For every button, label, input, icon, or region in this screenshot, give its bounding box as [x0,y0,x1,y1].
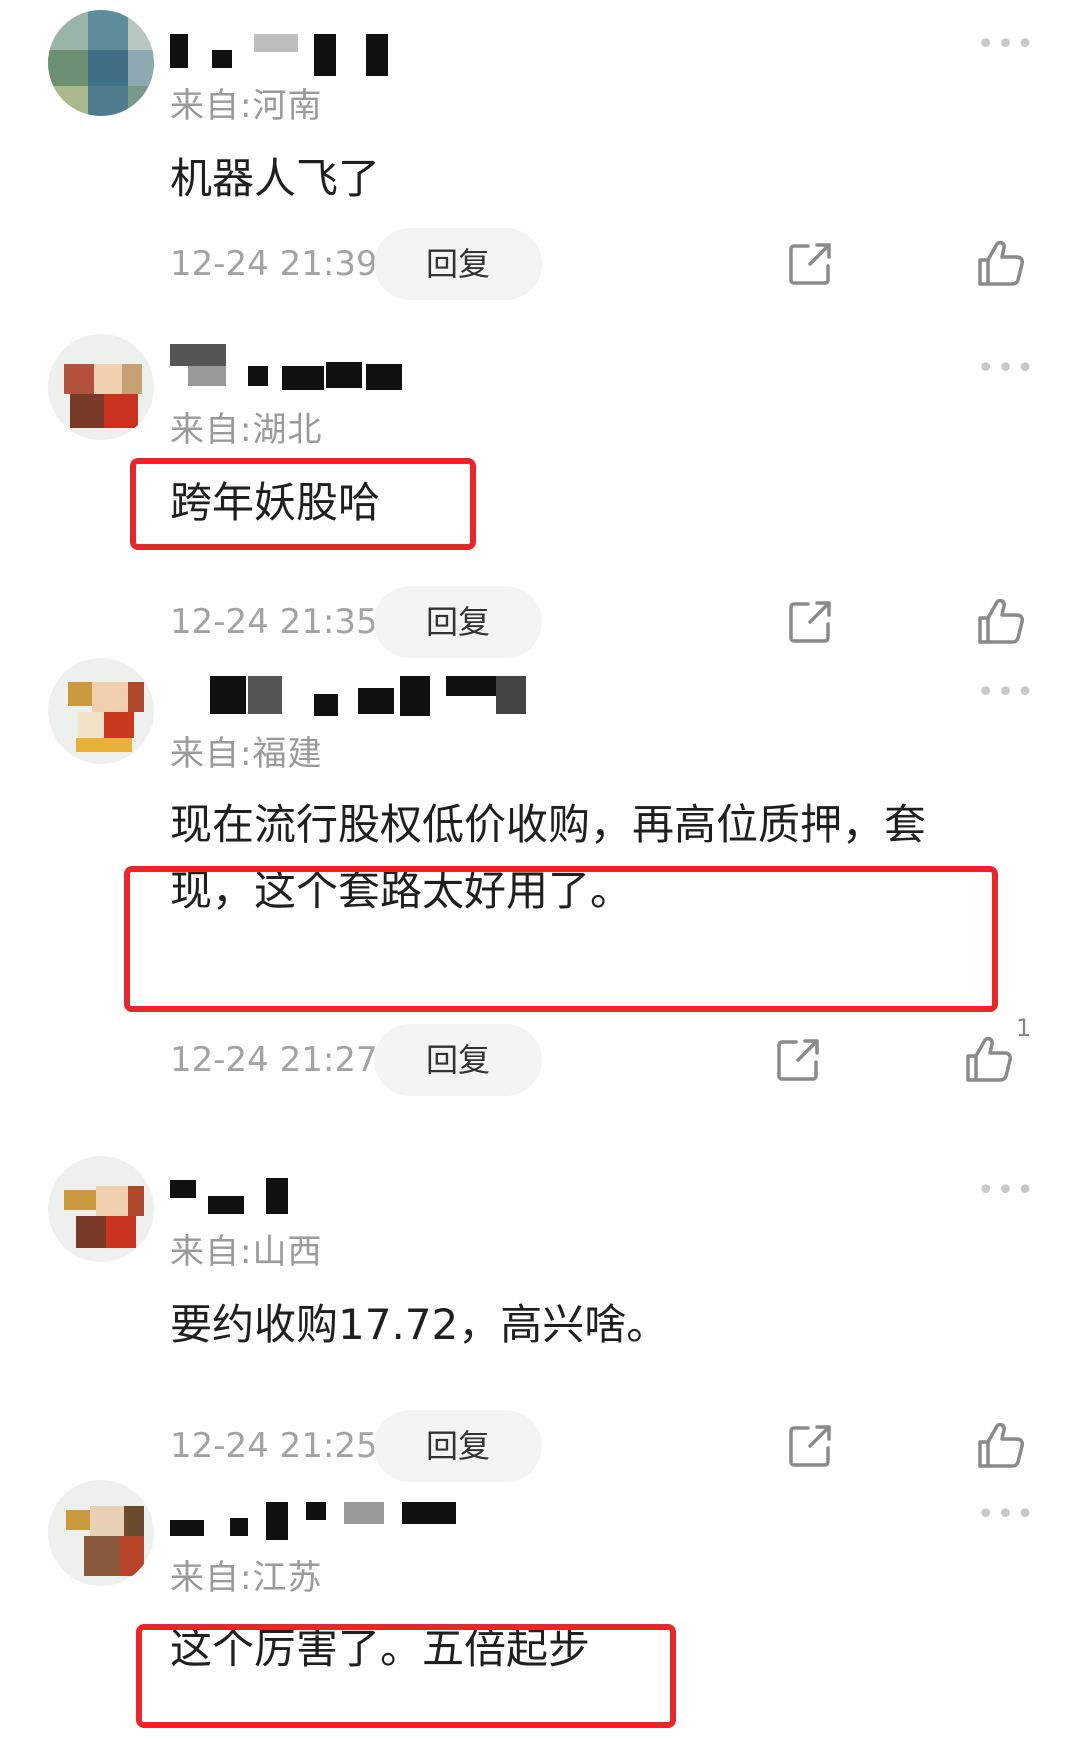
avatar[interactable] [48,1156,154,1262]
more-dots-icon[interactable]: ••• [977,354,1036,384]
more-dots-icon[interactable]: ••• [977,1176,1036,1206]
reply-button[interactable]: 回复 [374,228,542,300]
username-redacted[interactable] [170,1490,590,1548]
comment-location: 来自:江苏 [170,1558,323,1598]
avatar[interactable] [48,334,154,440]
comment-time: 12-24 21:27 [170,1040,378,1080]
username-redacted[interactable] [210,668,630,726]
comment-item: 来自:江苏 ••• 这个厉害了。五倍起步 [0,1470,1080,1739]
username-redacted[interactable] [170,1166,590,1224]
comment-text: 机器人飞了 [170,154,381,203]
more-dots-icon[interactable]: ••• [977,1500,1036,1530]
highlight-box [130,458,476,550]
highlight-box [136,1624,676,1728]
comment-list: 来自:河南 ••• 机器人飞了 12-24 21:39 回复 来自:湖北 •••… [0,0,1080,1739]
comment-item: 来自:河南 ••• 机器人飞了 12-24 21:39 回复 [0,0,1080,360]
comment-actions: 12-24 21:27 回复 1 [0,1014,1080,1098]
share-icon[interactable] [786,1422,834,1470]
comment-time: 12-24 21:35 [170,602,378,642]
comment-location: 来自:河南 [170,86,323,126]
comment-item: 来自:山西 ••• 要约收购17.72，高兴啥。 12-24 21:25 回复 [0,1146,1080,1506]
like-count: 1 [1016,1014,1032,1042]
more-dots-icon[interactable]: ••• [977,678,1036,708]
thumbs-up-icon[interactable] [976,596,1026,646]
comment-location: 来自:福建 [170,734,323,774]
thumbs-up-icon[interactable] [964,1034,1014,1084]
comment-location: 来自:山西 [170,1232,323,1272]
share-icon[interactable] [774,1036,822,1084]
comment-time: 12-24 21:39 [170,244,378,284]
avatar[interactable] [48,1480,154,1586]
comment-text: 要约收购17.72，高兴啥。 [170,1300,669,1349]
comment-item: 来自:湖北 ••• 跨年妖股哈 12-24 21:35 回复 [0,324,1080,684]
avatar[interactable] [48,10,154,116]
username-redacted[interactable] [170,20,590,78]
thumbs-up-icon[interactable] [976,238,1026,288]
comment-location: 来自:湖北 [170,410,323,450]
share-icon[interactable] [786,240,834,288]
highlight-box [124,866,998,1012]
username-redacted[interactable] [170,344,590,402]
comment-actions: 12-24 21:39 回复 [0,226,1080,302]
comment-item: 来自:福建 ••• 现在流行股权低价收购，再高位质押，套现，这个套路太好用了。 … [0,648,1080,1096]
avatar[interactable] [48,658,154,764]
more-dots-icon[interactable]: ••• [977,30,1036,60]
thumbs-up-icon[interactable] [976,1420,1026,1470]
comment-time: 12-24 21:25 [170,1426,378,1466]
share-icon[interactable] [786,598,834,646]
reply-button[interactable]: 回复 [374,1024,542,1096]
